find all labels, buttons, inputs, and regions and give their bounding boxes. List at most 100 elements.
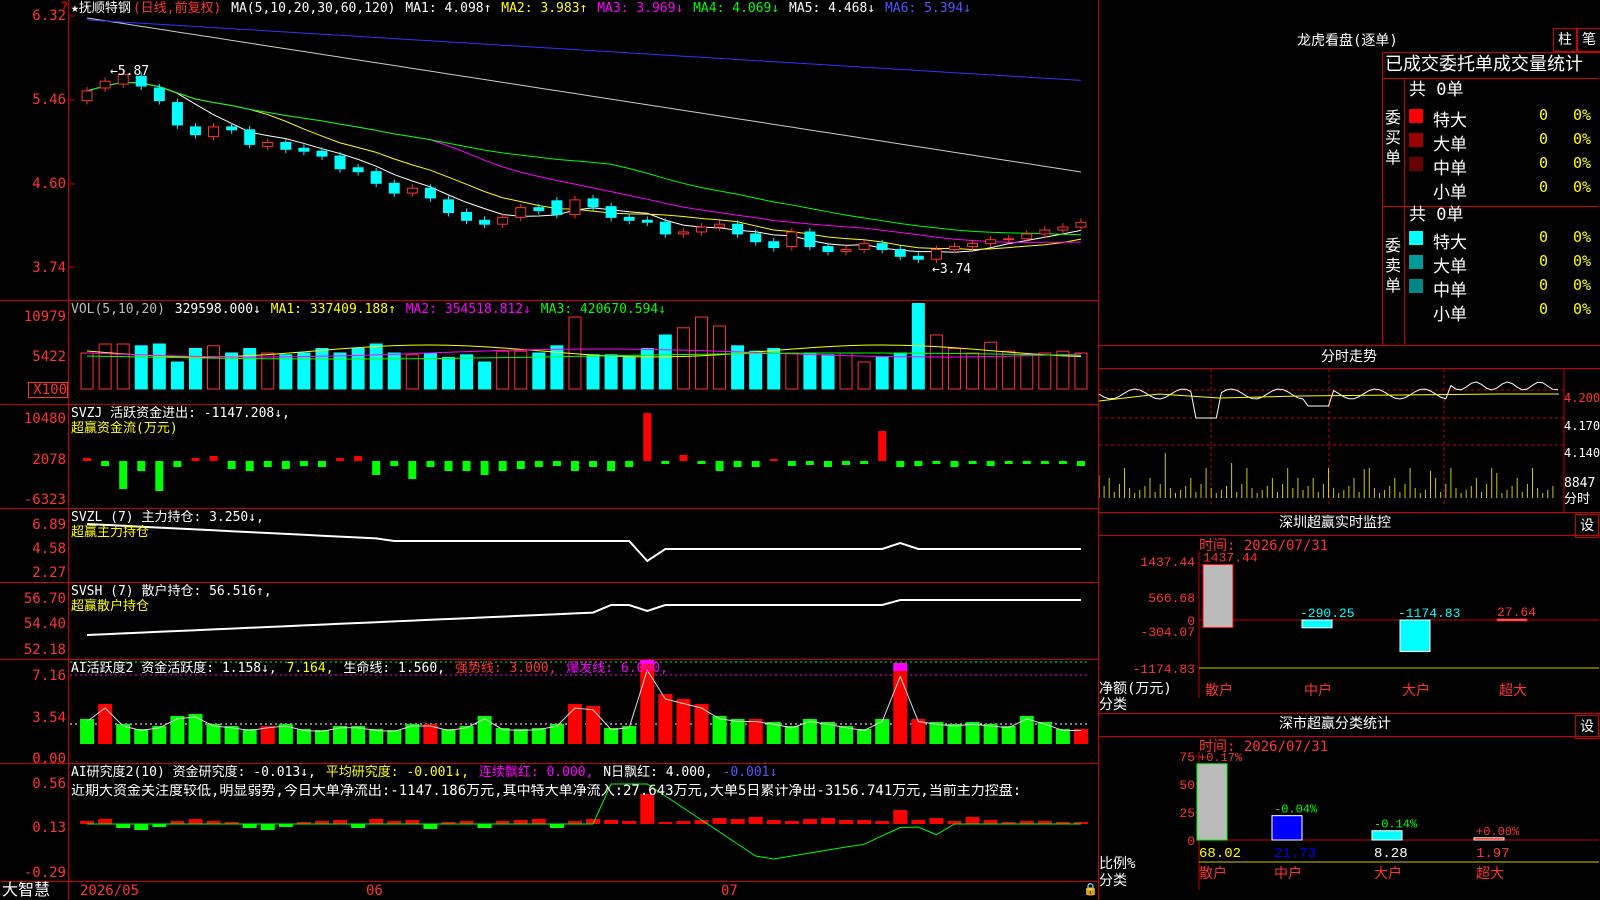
order-type: 小单 bbox=[1433, 305, 1467, 325]
intraday-panel[interactable]: 分时走势 4.200 4.170 4.140 8847 分时 bbox=[1099, 346, 1600, 512]
position-line bbox=[86, 523, 1081, 563]
flow-bar bbox=[1058, 461, 1067, 464]
stats-subtitle: 已成交委托单成交量统计 bbox=[1385, 54, 1583, 75]
monitor-panel[interactable]: 深圳超赢实时监控 设 时间: 2026/07/31 1437.44 566.68 0… bbox=[1099, 513, 1600, 713]
order-row: 中单 0 0% bbox=[1409, 276, 1599, 301]
candle bbox=[587, 198, 599, 208]
flow-bar bbox=[191, 458, 200, 461]
activity-bar bbox=[1073, 729, 1088, 744]
research-chart[interactable] bbox=[0, 764, 1098, 881]
flow-bar bbox=[245, 461, 254, 471]
flow-bar bbox=[498, 461, 507, 471]
order-row: 大单 0 0% bbox=[1409, 252, 1599, 277]
order-count: 0 bbox=[1539, 228, 1549, 246]
indicator-value: 329598.000↓ bbox=[174, 302, 269, 317]
vol-header: VOL(5,10,20) 329598.000↓ MA1: 337409.188… bbox=[71, 302, 668, 317]
activity-bar bbox=[314, 730, 329, 744]
ai2-pane[interactable]: AI研究度2(10) 资金研究度: -0.013↓, 平均研究度: -0.001… bbox=[0, 764, 1098, 881]
indicator-value: SVSH (7) 散户持仓: 56.516↑, bbox=[71, 584, 272, 599]
ma5-line bbox=[86, 17, 1082, 173]
activity-bar bbox=[694, 704, 709, 744]
research-bar bbox=[965, 817, 980, 824]
order-count: 0 bbox=[1539, 178, 1549, 196]
svzl-ytick: 6.89 bbox=[32, 517, 66, 533]
ytick: 75 bbox=[1179, 750, 1195, 765]
flow-bar bbox=[950, 461, 959, 467]
order-pct: 0% bbox=[1573, 228, 1592, 246]
bar-mode-button[interactable]: 柱 bbox=[1553, 28, 1577, 52]
volume-bar bbox=[243, 348, 257, 390]
volume-bar bbox=[532, 352, 546, 390]
intraday-chart[interactable] bbox=[1099, 346, 1600, 512]
research-bar bbox=[802, 819, 817, 824]
candle bbox=[948, 246, 960, 250]
activity-bar bbox=[965, 722, 980, 744]
research-bar bbox=[712, 818, 727, 824]
svzj-pane[interactable]: SVZJ 活跃资金进出: -1147.208↓, 超赢资金流(万元) 10480… bbox=[0, 405, 1098, 508]
flow-bar bbox=[823, 461, 832, 467]
volume-bar bbox=[351, 348, 365, 390]
classify-panel[interactable]: 深市超赢分类统计 设 时间: 2026/07/31 75 50 25 0 +0.17% 6… bbox=[1099, 714, 1600, 900]
activity-bar bbox=[983, 724, 998, 744]
category-label: 超大 bbox=[1476, 865, 1504, 881]
order-count: 0 bbox=[1539, 106, 1549, 124]
indicator-value: AI研究度2(10) 资金研究度: -0.013↓, bbox=[71, 765, 324, 780]
research-bar bbox=[911, 820, 926, 824]
volume-pane[interactable]: VOL(5,10,20) 329598.000↓ MA1: 337409.188… bbox=[0, 301, 1098, 404]
order-row: 特大 0 0% bbox=[1409, 228, 1599, 253]
bar-label: 1437.44 bbox=[1203, 550, 1258, 565]
volume-bar bbox=[821, 354, 835, 390]
ma-line bbox=[86, 81, 1082, 251]
volume-bar bbox=[803, 352, 817, 390]
order-count: 0 bbox=[1539, 252, 1549, 270]
volume-bar bbox=[785, 352, 799, 390]
price-ytick: 4.60 bbox=[32, 176, 66, 192]
volume-bar bbox=[333, 352, 347, 390]
net-amount-chart[interactable]: 1437.44566.680-304.07-1174.831437.44散户-2… bbox=[1099, 513, 1600, 713]
order-type: 小单 bbox=[1433, 183, 1467, 203]
ratio-chart[interactable]: 75 50 25 0 +0.17% 68.02 散户 -0.04% 21.73 中户 -0.14% 8… bbox=[1099, 714, 1600, 900]
flow-bar bbox=[625, 461, 634, 467]
activity-bar bbox=[947, 724, 962, 744]
flow-bar bbox=[643, 413, 652, 461]
lock-icon[interactable]: 🔒 bbox=[1083, 882, 1098, 896]
order-row: 小单 0 0% bbox=[1409, 300, 1599, 325]
activity-bar bbox=[170, 716, 185, 744]
research-bar bbox=[658, 822, 673, 824]
volume-bar bbox=[586, 354, 600, 390]
monitor-unit: 分类 bbox=[1099, 697, 1127, 713]
sell-total: 共 0单 bbox=[1409, 205, 1464, 225]
candle bbox=[1057, 226, 1069, 231]
volume-bar bbox=[134, 345, 148, 390]
flow-bar bbox=[173, 461, 182, 467]
activity-bar bbox=[387, 730, 402, 744]
vol-ytick: 10979 bbox=[23, 309, 66, 325]
ma-line bbox=[86, 81, 1081, 236]
color-swatch bbox=[1409, 133, 1423, 147]
net-bar bbox=[1202, 563, 1234, 629]
flow-bar bbox=[986, 461, 995, 466]
candle bbox=[912, 255, 924, 260]
candle bbox=[876, 243, 888, 250]
candle bbox=[442, 199, 454, 214]
price-ytick: 3.74 bbox=[32, 260, 66, 276]
svzl-pane[interactable]: SVZL (7) 主力持仓: 3.250↓, 超赢主力持仓 6.89 4.58 … bbox=[0, 509, 1098, 582]
app-name: 大智慧 bbox=[2, 880, 51, 899]
candle bbox=[1039, 229, 1051, 235]
pct-label: 1.97 bbox=[1476, 846, 1510, 862]
tick-mode-button[interactable]: 笔 bbox=[1577, 28, 1600, 52]
indicator-value: 爆发线: 6.000, bbox=[566, 661, 668, 676]
order-type: 中单 bbox=[1433, 281, 1467, 301]
ma-value: MA1: 4.098↑ bbox=[405, 1, 500, 16]
price-pane[interactable]: ★抚顺特钢 (日线,前复权) MA(5,10,20,30,60,120) MA1:… bbox=[0, 0, 1098, 301]
candle bbox=[171, 102, 183, 126]
research-bar bbox=[116, 824, 131, 828]
svsh-pane[interactable]: SVSH (7) 散户持仓: 56.516↑, 超赢散户持仓 56.70 54.… bbox=[0, 583, 1098, 659]
candle bbox=[822, 246, 834, 252]
volume-bar bbox=[749, 350, 763, 390]
ai1-pane[interactable]: AI活跃度2 资金活跃度: 1.158↓, 7.164, 生命线: 1.560,… bbox=[0, 660, 1098, 766]
candle bbox=[804, 231, 816, 248]
candle bbox=[858, 243, 870, 250]
candlestick-chart[interactable] bbox=[0, 0, 1098, 301]
candle bbox=[479, 219, 491, 225]
